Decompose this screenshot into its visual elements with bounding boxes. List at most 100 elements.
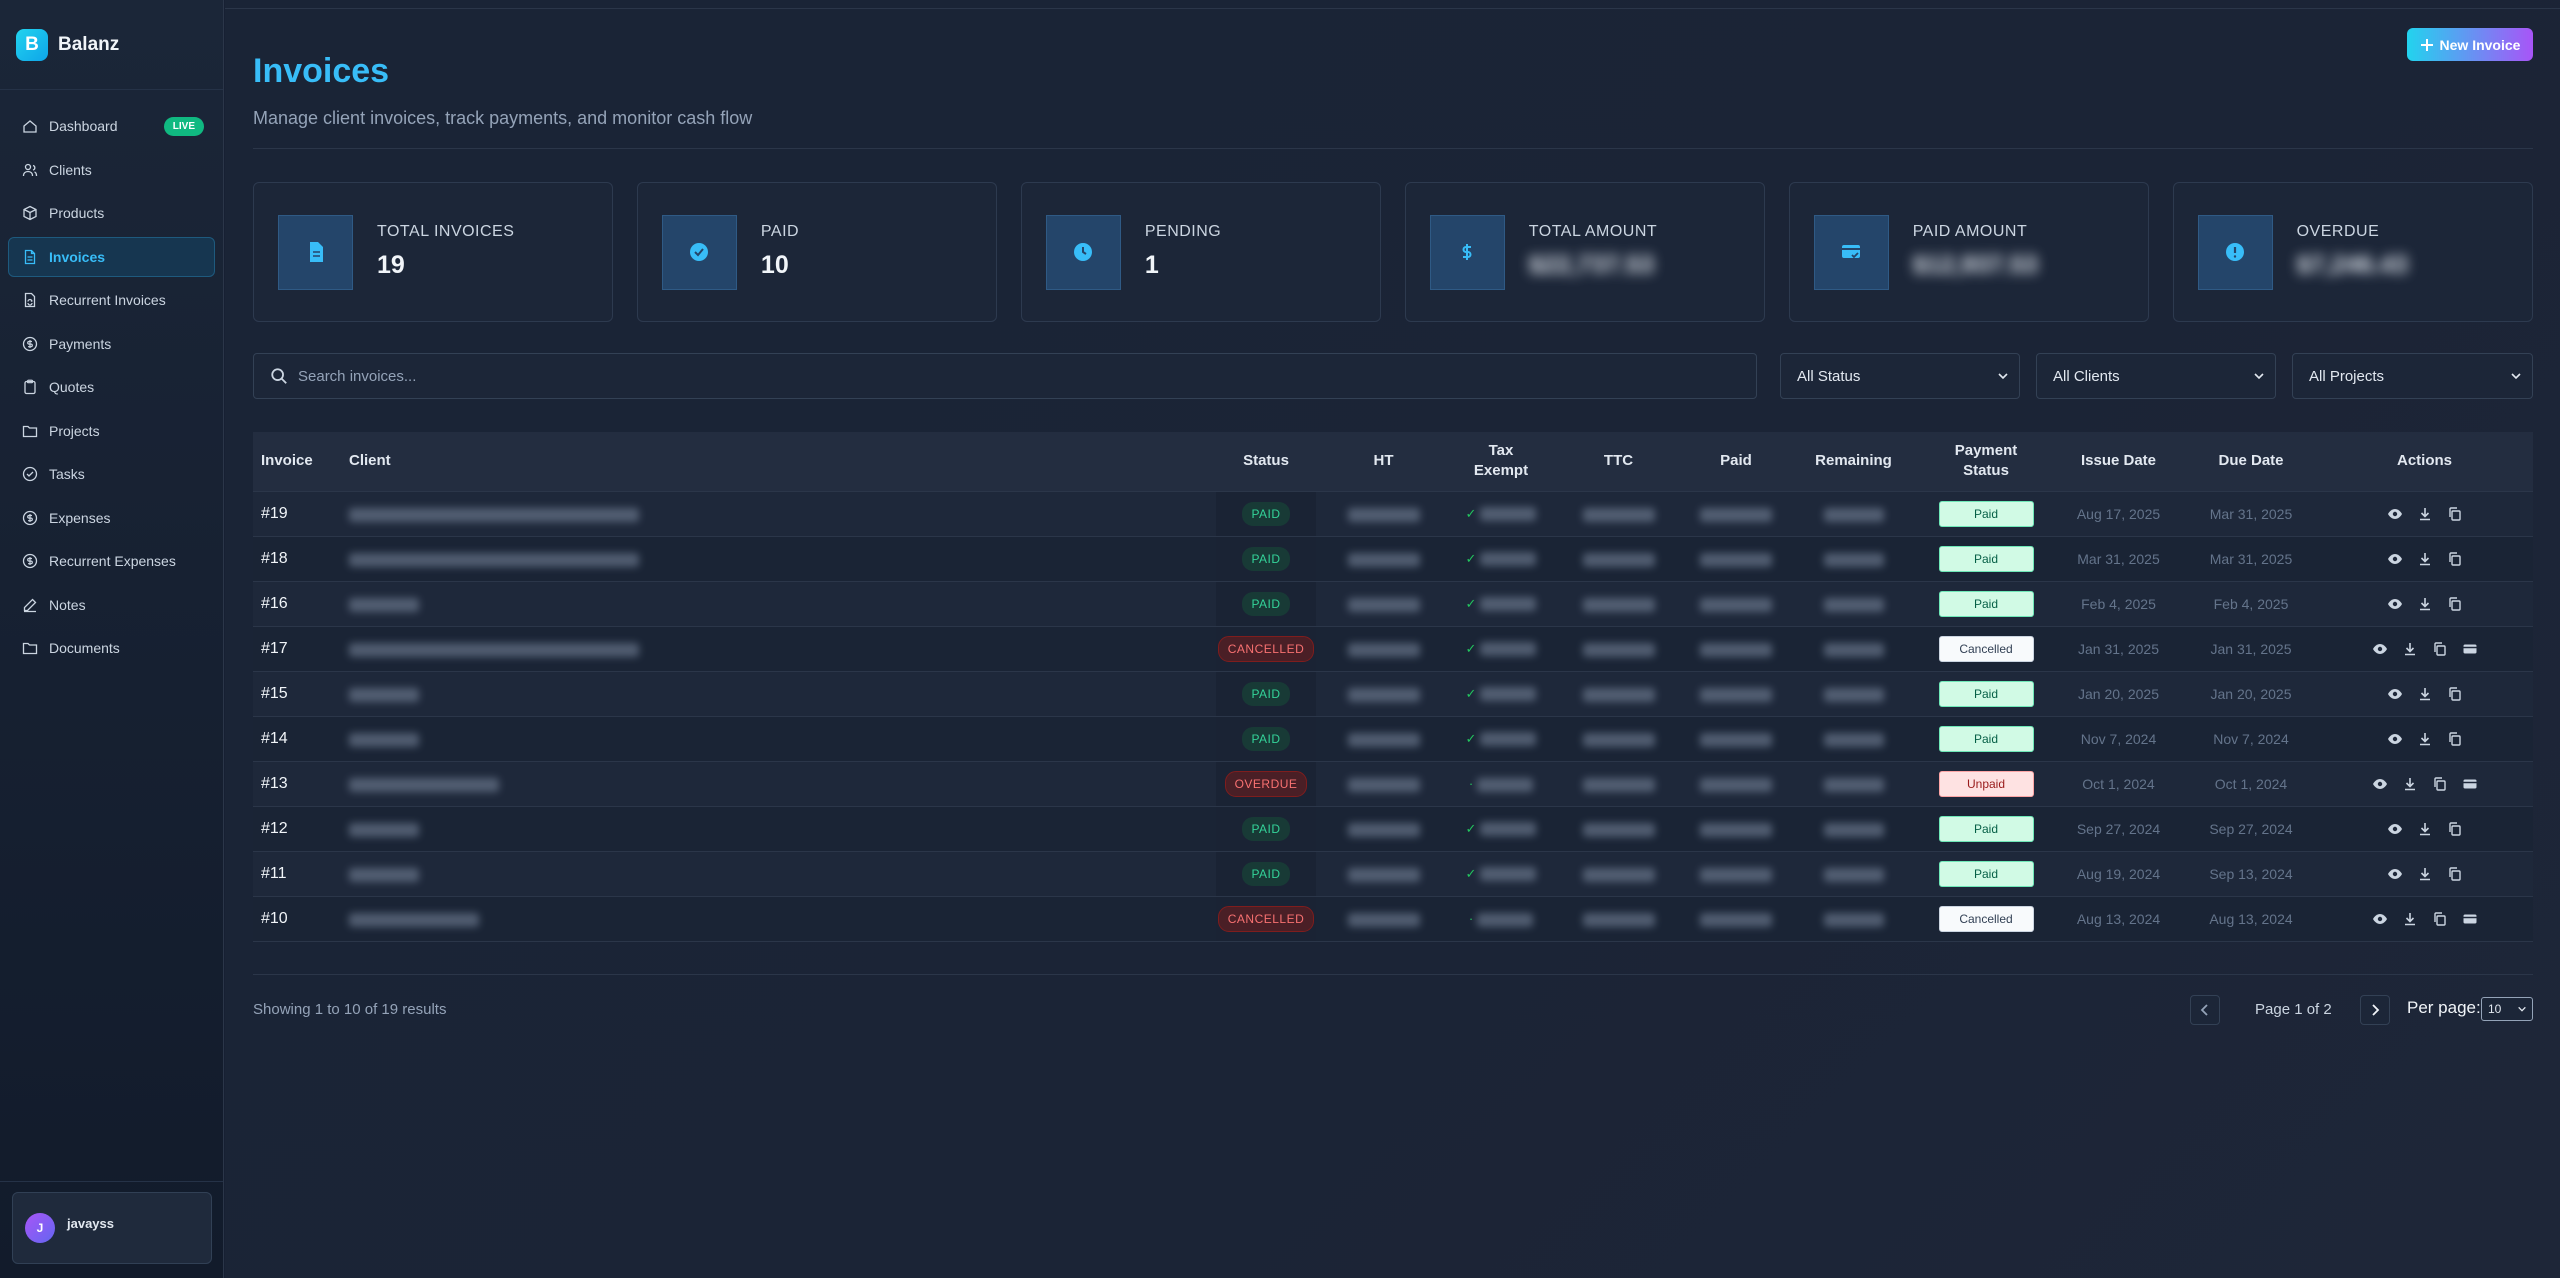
next-page-button[interactable] <box>2360 995 2390 1025</box>
sidebar-item-products[interactable]: Products <box>8 193 215 233</box>
copy-icon[interactable] <box>2447 686 2463 702</box>
eye-icon[interactable] <box>2372 776 2388 792</box>
sidebar-item-payments[interactable]: Payments <box>8 324 215 364</box>
table-row[interactable]: #17 CANCELLED ✓ Cancelled Jan 31, 2025 Jan 31… <box>253 626 2533 671</box>
copy-icon[interactable] <box>2447 596 2463 612</box>
status-badge: PAID <box>1242 816 1290 841</box>
column-header-payment-status[interactable]: Payment Status <box>1921 432 2051 492</box>
check-circle-icon <box>22 466 38 482</box>
invoice-number[interactable]: #13 <box>253 761 341 806</box>
download-icon[interactable] <box>2417 551 2433 567</box>
sidebar-item-label: Products <box>49 205 105 221</box>
download-icon[interactable] <box>2417 506 2433 522</box>
copy-icon[interactable] <box>2432 776 2448 792</box>
eye-icon[interactable] <box>2387 686 2403 702</box>
column-header-due-date[interactable]: Due Date <box>2186 432 2316 492</box>
payment-card-icon[interactable] <box>2462 911 2478 927</box>
invoice-number[interactable]: #11 <box>253 851 341 896</box>
copy-icon[interactable] <box>2447 551 2463 567</box>
download-icon[interactable] <box>2417 821 2433 837</box>
column-header-invoice[interactable]: Invoice <box>253 432 341 492</box>
table-row[interactable]: #16 PAID ✓ Paid Feb 4, 2025 Feb 4, 2025 <box>253 581 2533 626</box>
column-header-tax-exempt[interactable]: Tax Exempt <box>1451 432 1551 492</box>
eye-icon[interactable] <box>2387 866 2403 882</box>
copy-icon[interactable] <box>2432 641 2448 657</box>
invoice-number[interactable]: #14 <box>253 716 341 761</box>
per-page-select[interactable]: 10 <box>2481 997 2533 1021</box>
download-icon[interactable] <box>2417 686 2433 702</box>
sidebar-item-dashboard[interactable]: Dashboard LIVE <box>8 106 215 146</box>
eye-icon[interactable] <box>2387 596 2403 612</box>
column-header-client[interactable]: Client <box>341 432 1216 492</box>
new-invoice-button[interactable]: New Invoice <box>2407 28 2533 61</box>
eye-icon[interactable] <box>2372 641 2388 657</box>
eye-icon[interactable] <box>2387 506 2403 522</box>
download-icon[interactable] <box>2417 596 2433 612</box>
table-row[interactable]: #12 PAID ✓ Paid Sep 27, 2024 Sep 27, 2024 <box>253 806 2533 851</box>
user-card[interactable]: J javayss <box>12 1192 212 1264</box>
invoice-number[interactable]: #10 <box>253 896 341 941</box>
column-header-ht[interactable]: HT <box>1316 432 1451 492</box>
column-header-actions[interactable]: Actions <box>2316 432 2533 492</box>
payment-card-icon[interactable] <box>2462 776 2478 792</box>
projects-filter[interactable]: All Projects <box>2292 353 2533 399</box>
table-row[interactable]: #15 PAID ✓ Paid Jan 20, 2025 Jan 20, 2025 <box>253 671 2533 716</box>
download-icon[interactable] <box>2402 776 2418 792</box>
download-icon[interactable] <box>2417 731 2433 747</box>
payment-card-icon[interactable] <box>2462 641 2478 657</box>
blurred-amount <box>1700 507 1772 522</box>
copy-icon[interactable] <box>2447 866 2463 882</box>
invoice-number[interactable]: #17 <box>253 626 341 671</box>
table-row[interactable]: #11 PAID ✓ Paid Aug 19, 2024 Sep 13, 2024 <box>253 851 2533 896</box>
due-date: Mar 31, 2025 <box>2209 550 2293 567</box>
invoice-number[interactable]: #18 <box>253 536 341 581</box>
blurred-amount <box>349 507 639 522</box>
sidebar-item-expenses[interactable]: Expenses <box>8 498 215 538</box>
invoice-number[interactable]: #15 <box>253 671 341 716</box>
download-icon[interactable] <box>2402 911 2418 927</box>
column-header-status[interactable]: Status <box>1216 432 1316 492</box>
invoice-number[interactable]: #12 <box>253 806 341 851</box>
blurred-amount <box>1582 912 1655 927</box>
eye-icon[interactable] <box>2387 821 2403 837</box>
copy-icon[interactable] <box>2432 911 2448 927</box>
invoice-number[interactable]: #16 <box>253 581 341 626</box>
eye-icon[interactable] <box>2372 911 2388 927</box>
status-filter[interactable]: All Status <box>1780 353 2020 399</box>
column-header-ttc[interactable]: TTC <box>1551 432 1686 492</box>
sidebar-item-notes[interactable]: Notes <box>8 585 215 625</box>
sidebar-item-tasks[interactable]: Tasks <box>8 454 215 494</box>
sidebar-item-projects[interactable]: Projects <box>8 411 215 451</box>
download-icon[interactable] <box>2417 866 2433 882</box>
column-header-remaining[interactable]: Remaining <box>1786 432 1921 492</box>
clients-filter[interactable]: All Clients <box>2036 353 2276 399</box>
table-row[interactable]: #10 CANCELLED · Cancelled Aug 13, 2024 Aug 13… <box>253 896 2533 941</box>
tax-exempt-cell: ✓ <box>1451 536 1551 581</box>
sidebar-item-invoices[interactable]: Invoices <box>8 236 215 277</box>
search-box[interactable] <box>253 353 1757 399</box>
eye-icon[interactable] <box>2387 551 2403 567</box>
table-row[interactable]: #13 OVERDUE · Unpaid Oct 1, 2024 Oct 1, 2024 <box>253 761 2533 806</box>
sidebar-item-recurrent-invoices[interactable]: Recurrent Invoices <box>8 280 215 320</box>
sidebar-item-recurrent-expenses[interactable]: Recurrent Expenses <box>8 541 215 581</box>
prev-page-button[interactable] <box>2190 995 2220 1025</box>
column-header-paid[interactable]: Paid <box>1686 432 1786 492</box>
download-icon[interactable] <box>2402 641 2418 657</box>
sidebar-item-quotes[interactable]: Quotes <box>8 367 215 407</box>
invoice-number[interactable]: #19 <box>253 491 341 536</box>
blurred-amount <box>1480 507 1537 522</box>
actions-cell <box>2316 851 2533 896</box>
brand[interactable]: B Balanz <box>0 0 223 90</box>
copy-icon[interactable] <box>2447 731 2463 747</box>
table-row[interactable]: #14 PAID ✓ Paid Nov 7, 2024 Nov 7, 2024 <box>253 716 2533 761</box>
sidebar-item-clients[interactable]: Clients <box>8 150 215 190</box>
search-input[interactable] <box>298 367 1698 385</box>
eye-icon[interactable] <box>2387 731 2403 747</box>
sidebar-item-documents[interactable]: Documents <box>8 628 215 668</box>
copy-icon[interactable] <box>2447 506 2463 522</box>
table-row[interactable]: #19 PAID ✓ Paid Aug 17, 2025 Mar 31, 2025 <box>253 491 2533 536</box>
copy-icon[interactable] <box>2447 821 2463 837</box>
column-header-issue-date[interactable]: Issue Date <box>2051 432 2186 492</box>
tax-exempt-cell: ✓ <box>1451 581 1551 626</box>
table-row[interactable]: #18 PAID ✓ Paid Mar 31, 2025 Mar 31, 2025 <box>253 536 2533 581</box>
